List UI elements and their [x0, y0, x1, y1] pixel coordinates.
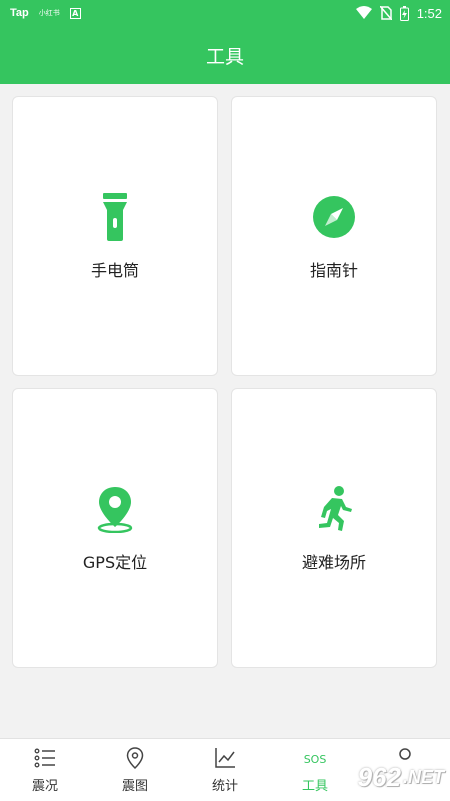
tab-statistics[interactable]: 统计 — [180, 739, 270, 801]
status-right-group: 1:52 — [355, 5, 442, 21]
location-pin-icon — [97, 487, 133, 533]
notification-indicator: 小红书 — [38, 9, 60, 17]
status-bar: Tap 小红书 A 1:52 — [0, 0, 450, 26]
tab-quake-map[interactable]: 震图 — [90, 739, 180, 801]
map-pin-icon — [126, 747, 144, 769]
chart-icon — [215, 748, 235, 768]
watermark-suffix: .NET — [402, 767, 444, 787]
tab-label: 震图 — [121, 779, 148, 794]
no-sim-icon — [379, 6, 392, 20]
status-time: 1:52 — [416, 5, 442, 21]
status-left-group: Tap 小红书 A — [10, 7, 81, 19]
site-watermark: 962 .NET — [358, 762, 444, 793]
tap-app-indicator: Tap — [10, 7, 29, 19]
tab-label: 统计 — [211, 779, 238, 794]
gps-label: GPS定位 — [82, 553, 148, 572]
flashlight-card[interactable]: 手电筒 — [12, 96, 218, 376]
svg-text:SOS: SOS — [304, 753, 326, 766]
tab-label: 震况 — [31, 779, 58, 794]
gps-card[interactable]: GPS定位 — [12, 388, 218, 668]
tab-quake-status[interactable]: 震况 — [0, 739, 90, 801]
compass-card[interactable]: 指南针 — [231, 96, 437, 376]
shelter-label: 避难场所 — [301, 553, 366, 572]
page-title: 工具 — [205, 45, 244, 68]
tab-label: 工具 — [301, 779, 328, 794]
list-icon — [34, 748, 55, 768]
shelter-card[interactable]: 避难场所 — [231, 388, 437, 668]
battery-charging-icon — [399, 5, 409, 21]
wifi-icon — [355, 6, 372, 19]
compass-label: 指南针 — [309, 261, 358, 280]
sos-icon: SOS — [304, 753, 326, 766]
a-app-indicator: A — [69, 7, 81, 19]
tab-tools[interactable]: SOS 工具 — [270, 739, 360, 801]
running-person-icon — [319, 486, 352, 531]
flashlight-icon — [103, 193, 127, 241]
watermark-number: 962 — [357, 762, 401, 792]
flashlight-label: 手电筒 — [90, 261, 139, 280]
compass-icon — [313, 196, 355, 238]
app-bar: 工具 — [0, 26, 450, 84]
